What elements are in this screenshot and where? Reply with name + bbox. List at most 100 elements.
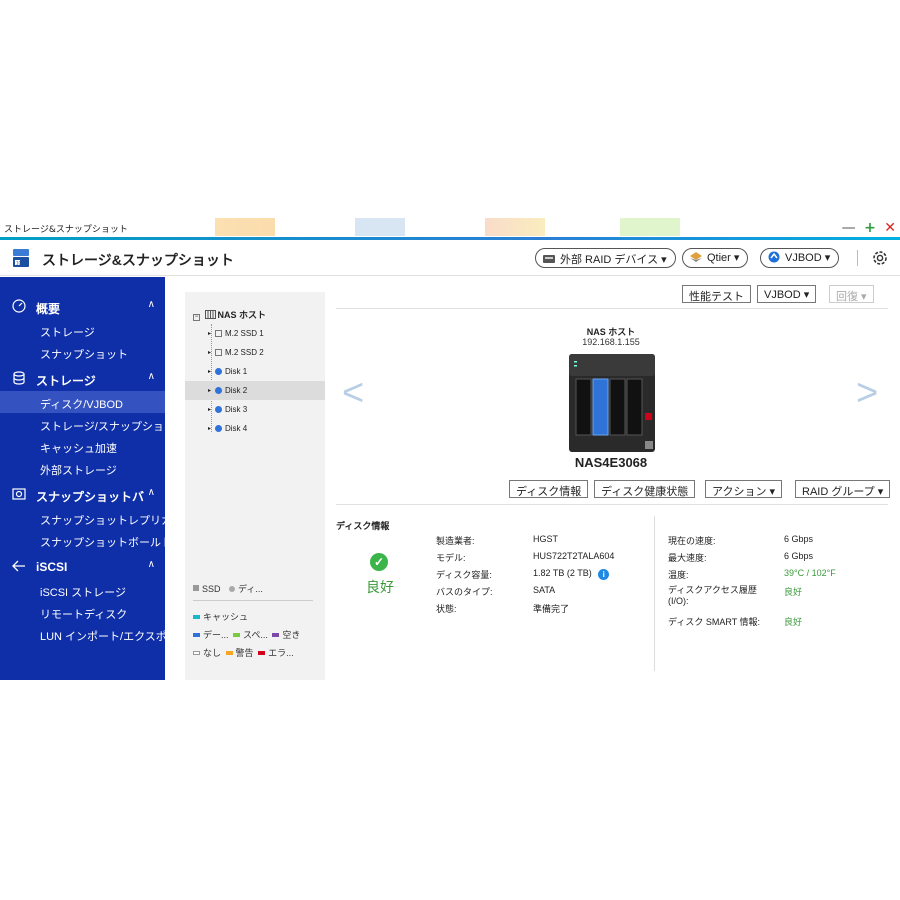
sidebar-group-storage[interactable]: ストレージ ∧ [0, 369, 165, 389]
legend-label: デー... [203, 630, 229, 640]
expand-arrow-icon[interactable]: ▸ [208, 368, 211, 375]
tree-item-disk-3[interactable]: ▸ Disk 3 [185, 400, 325, 419]
database-icon [13, 371, 25, 385]
minimize-button[interactable]: — [842, 220, 856, 236]
legend-divider [193, 600, 313, 601]
vjbod-toolbar-button[interactable]: VJBOD ▾ [757, 285, 817, 303]
nas-ip-address: 192.168.1.155 [582, 337, 640, 347]
expand-arrow-icon[interactable]: ▸ [208, 406, 211, 413]
bus-type-value: SATA [533, 585, 556, 595]
performance-test-button[interactable]: 性能テスト [682, 285, 751, 303]
capacity-label: ディスク容量: [436, 570, 492, 580]
titlebar-decoration [620, 218, 680, 236]
sidebar-group-snapshot-backup[interactable]: スナップショットバ ∧ [0, 485, 165, 505]
section-divider [336, 504, 888, 505]
legend-label: ディ... [238, 584, 263, 594]
expand-arrow-icon[interactable]: ▸ [208, 425, 211, 432]
maximize-button[interactable]: + [864, 220, 876, 236]
sidebar-group-label: 概要 [36, 302, 61, 316]
legend-label: SSD [202, 584, 221, 594]
chevron-up-icon[interactable]: ∧ [148, 299, 155, 310]
chevron-right-icon[interactable]: > [856, 372, 878, 415]
free-swatch [272, 633, 280, 637]
legend-label: 空き [282, 630, 301, 640]
access-history-label: ディスクアクセス履歴 (I/O): [668, 585, 757, 606]
expand-arrow-icon[interactable]: ▸ [208, 330, 211, 337]
ssd-swatch [193, 585, 199, 591]
sidebar: 概要 ∧ ストレージ スナップショット ストレージ ∧ ディスク/VJBOD ス… [0, 277, 165, 680]
sidebar-item-remote-disk[interactable]: リモートディスク [0, 601, 165, 623]
sidebar-item-storage-overview[interactable]: ストレージ [0, 319, 165, 341]
action-dropdown[interactable]: アクション ▾ [705, 480, 783, 498]
app-title: ストレージ&スナップショット [42, 252, 234, 268]
qtier-icon [690, 252, 702, 262]
external-raid-label: 外部 RAID デバイス ▾ [560, 254, 667, 266]
sidebar-item-iscsi-storage[interactable]: iSCSI ストレージ [0, 579, 165, 601]
titlebar-decoration [215, 218, 275, 236]
legend-label: エラ... [268, 648, 294, 658]
restore-button[interactable]: 回復 ▾ [829, 285, 874, 303]
dashboard-icon [12, 299, 26, 313]
cache-swatch [193, 615, 200, 619]
storage-app-icon: 10 [13, 249, 29, 267]
sidebar-item-snapshot-overview[interactable]: スナップショット [0, 341, 165, 363]
capacity-text: 1.82 TB (2 TB) [533, 568, 592, 578]
expand-arrow-icon[interactable]: ▸ [208, 349, 211, 356]
tree-item-label: M.2 SSD 2 [225, 348, 264, 357]
data-swatch [193, 633, 200, 637]
qtier-button[interactable]: Qtier ▾ [682, 248, 749, 268]
raid-group-dropdown[interactable]: RAID グループ ▾ [795, 480, 891, 498]
tree-item-disk-1[interactable]: ▸ Disk 1 [185, 362, 325, 381]
window-title: ストレージ&スナップショット [4, 225, 128, 235]
tree-item-label: M.2 SSD 1 [225, 329, 264, 338]
ssd-slot-icon [215, 330, 222, 337]
iscsi-arrow-icon [12, 560, 25, 572]
expand-arrow-icon[interactable]: ▸ [208, 387, 211, 394]
main-content: 性能テスト VJBOD ▾ 回復 ▾ < > NAS ホスト 192.168.1… [336, 277, 900, 680]
tree-item-disk-4[interactable]: ▸ Disk 4 [185, 419, 325, 438]
close-button[interactable]: ✕ [884, 220, 896, 236]
sidebar-item-disks-vjbod[interactable]: ディスク/VJBOD [0, 391, 165, 413]
legend-label: スペ... [243, 630, 268, 640]
tree-item-disk-2[interactable]: ▸ Disk 2 [185, 381, 325, 400]
tree-item-label: Disk 4 [225, 424, 248, 433]
nas-model-name: NAS4E3068 [574, 455, 648, 470]
tree-item-m2-ssd-1[interactable]: ▸ M.2 SSD 1 [185, 324, 325, 343]
app-header: 10 ストレージ&スナップショット 外部 RAID デバイス ▾ Qtier ▾… [0, 240, 900, 276]
none-swatch [193, 651, 200, 655]
sidebar-group-label: ストレージ [36, 374, 96, 388]
max-speed-value: 6 Gbps [784, 551, 814, 561]
state-label: 状態: [436, 604, 457, 614]
sidebar-item-external-storage[interactable]: 外部ストレージ [0, 457, 165, 479]
disk-health-button[interactable]: ディスク健康状態 [594, 480, 696, 498]
external-raid-button[interactable]: 外部 RAID デバイス ▾ [535, 248, 676, 268]
access-history-value: 良好 [784, 587, 803, 597]
capacity-value: 1.82 TB (2 TB) i [533, 568, 610, 580]
vjbod-header-button[interactable]: VJBOD ▾ [760, 248, 840, 268]
legend-label: キャッシュ [203, 612, 249, 622]
legend-row-type: SSD ディ... [193, 582, 263, 595]
sidebar-item-snapshot-replica[interactable]: スナップショットレプリカ [0, 507, 165, 529]
info-icon[interactable]: i [598, 569, 610, 580]
chevron-up-icon[interactable]: ∧ [148, 559, 155, 570]
settings-gear-icon[interactable] [870, 248, 890, 268]
collapse-icon[interactable]: − [193, 314, 200, 321]
disk-info-section-title: ディスク情報 [336, 521, 390, 531]
sidebar-group-overview[interactable]: 概要 ∧ [0, 297, 165, 317]
legend-label: 警告 [235, 648, 254, 658]
tree-root-nas-host[interactable]: − NAS ホスト [193, 308, 266, 321]
sidebar-item-snapshot-vault[interactable]: スナップショットボールト [0, 529, 165, 551]
tree-item-label: Disk 1 [225, 367, 248, 376]
legend-row-status: なし 警告 エラ... [193, 646, 294, 659]
chevron-left-icon[interactable]: < [342, 372, 364, 415]
chevron-up-icon[interactable]: ∧ [148, 487, 155, 498]
manufacturer-value: HGST [533, 534, 559, 544]
sidebar-item-lun-import-export[interactable]: LUN インポート/エクスポ [0, 623, 165, 645]
chevron-up-icon[interactable]: ∧ [148, 371, 155, 382]
sidebar-group-iscsi[interactable]: iSCSI ∧ [0, 557, 165, 577]
temperature-label: 温度: [668, 570, 689, 580]
tree-item-m2-ssd-2[interactable]: ▸ M.2 SSD 2 [185, 343, 325, 362]
sidebar-item-storage-snapshots[interactable]: ストレージ/スナップショ [0, 413, 165, 435]
disk-info-button[interactable]: ディスク情報 [509, 480, 589, 498]
sidebar-item-cache-acceleration[interactable]: キャッシュ加速 [0, 435, 165, 457]
